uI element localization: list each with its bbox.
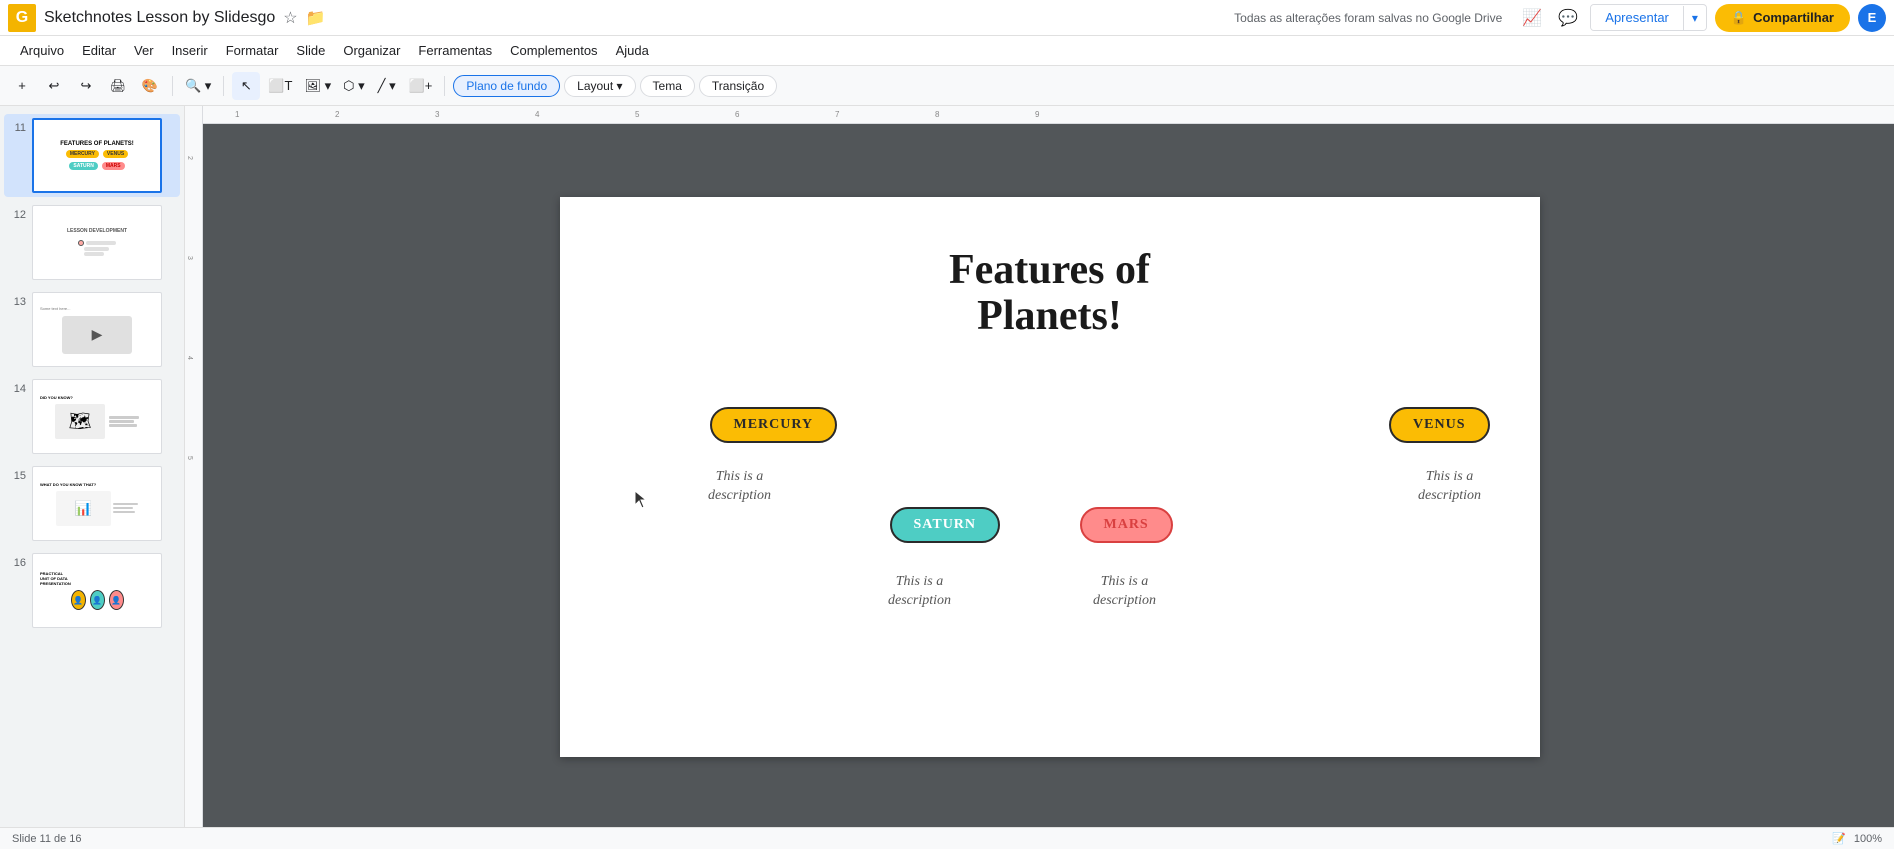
menu-organizar[interactable]: Organizar <box>335 40 408 61</box>
slide-title: Features of Planets! <box>560 247 1540 339</box>
slide-num-13: 13 <box>8 296 26 308</box>
slide-preview-13: Some text here... ▶ <box>32 292 162 367</box>
slide-num-16: 16 <box>8 557 26 569</box>
comment-button[interactable]: ⬜+ <box>405 72 437 100</box>
print-button[interactable]: 🖨 <box>104 72 132 100</box>
shape-tool[interactable]: ⬡ ▾ <box>339 72 369 100</box>
slide-num-12: 12 <box>8 209 26 221</box>
slide-preview-14: DID YOU KNOW? 🗺 <box>32 379 162 454</box>
paint-format-button[interactable]: 🎨 <box>136 72 164 100</box>
folder-icon[interactable]: 📁 <box>306 8 326 28</box>
text-box-tool[interactable]: ⬜T <box>264 72 296 100</box>
slide-thumb-15[interactable]: 15 WHAT DO YOU KNOW THAT? 📊 <box>4 462 180 545</box>
select-tool[interactable]: ↖ <box>232 72 260 100</box>
menu-formatar[interactable]: Formatar <box>218 40 287 61</box>
ruler-vertical: 2 3 4 5 <box>185 106 203 827</box>
star-icon[interactable]: ☆ <box>283 8 297 28</box>
menu-complementos[interactable]: Complementos <box>502 40 605 61</box>
main-area: 11 FEATURES OF PLANETS! MERCURY VENUS SA… <box>0 106 1894 827</box>
share-button[interactable]: 🔒 Compartilhar <box>1715 4 1850 32</box>
ruler-horizontal: 1 2 3 4 5 6 7 8 9 <box>185 106 1894 124</box>
layout-label: Layout <box>577 79 613 93</box>
top-bar: G Sketchnotes Lesson by Slidesgo ☆ 📁 Tod… <box>0 0 1894 36</box>
slide-thumb-13[interactable]: 13 Some text here... ▶ <box>4 288 180 371</box>
mars-label: Mars <box>1104 517 1149 533</box>
saturn-label: Saturn <box>914 517 977 533</box>
venus-badge[interactable]: Venus <box>1389 407 1489 443</box>
divider2 <box>223 76 224 96</box>
zoom-button[interactable]: 🔍 ▾ <box>181 72 215 100</box>
transition-button[interactable]: Transição <box>699 75 777 97</box>
mars-badge[interactable]: Mars <box>1080 507 1173 543</box>
chat-icon[interactable]: 💬 <box>1554 4 1582 32</box>
menu-inserir[interactable]: Inserir <box>164 40 216 61</box>
top-bar-right: 📈 💬 Apresentar ▾ 🔒 Compartilhar E <box>1518 4 1886 32</box>
slide-canvas[interactable]: Features of Planets! Mercury This is ade… <box>560 197 1540 757</box>
mercury-badge[interactable]: Mercury <box>710 407 838 443</box>
bottom-bar: Slide 11 de 16 📝 100% <box>0 827 1894 849</box>
share-label: Compartilhar <box>1753 10 1834 25</box>
line-tool[interactable]: ╱ ▾ <box>373 72 401 100</box>
menu-ver[interactable]: Ver <box>126 40 162 61</box>
menu-bar: Arquivo Editar Ver Inserir Formatar Slid… <box>0 36 1894 66</box>
undo-button[interactable]: ↩ <box>40 72 68 100</box>
venus-desc: This is adescription <box>1380 467 1520 506</box>
slide-num-14: 14 <box>8 383 26 395</box>
image-tool[interactable]: 🖼 ▾ <box>300 72 335 100</box>
menu-arquivo[interactable]: Arquivo <box>12 40 72 61</box>
menu-editar[interactable]: Editar <box>74 40 124 61</box>
slide-title-line2: Planets! <box>560 293 1540 339</box>
divider1 <box>172 76 173 96</box>
slide-thumb-11[interactable]: 11 FEATURES OF PLANETS! MERCURY VENUS SA… <box>4 114 180 197</box>
slide-thumb-12[interactable]: 12 LESSON DEVELOPMENT <box>4 201 180 284</box>
slide-preview-16: PRACTICALUNIT OF DATAPRESENTATION 👤 👤 👤 <box>32 553 162 628</box>
theme-button[interactable]: Tema <box>640 75 695 97</box>
mars-desc: This is adescription <box>1055 572 1195 611</box>
doc-title: Sketchnotes Lesson by Slidesgo <box>44 9 275 27</box>
present-main-button[interactable]: Apresentar <box>1591 5 1683 30</box>
speaker-notes-icon[interactable]: 📝 <box>1832 832 1846 845</box>
bg-button[interactable]: Plano de fundo <box>453 75 560 97</box>
lock-icon: 🔒 <box>1731 10 1747 26</box>
menu-ajuda[interactable]: Ajuda <box>608 40 657 61</box>
layout-button[interactable]: Layout ▾ <box>564 75 635 97</box>
canvas-area[interactable]: 1 2 3 4 5 6 7 8 9 2 3 4 5 Features of Pl… <box>185 106 1894 827</box>
slide-title-line1: Features of <box>560 247 1540 293</box>
avatar: E <box>1858 4 1886 32</box>
mercury-desc: This is adescription <box>670 467 810 506</box>
app-logo: G <box>8 4 36 32</box>
slides-panel: 11 FEATURES OF PLANETS! MERCURY VENUS SA… <box>0 106 185 827</box>
venus-label: Venus <box>1413 417 1465 433</box>
slide-thumb-16[interactable]: 16 PRACTICALUNIT OF DATAPRESENTATION 👤 👤… <box>4 549 180 632</box>
present-button-group: Apresentar ▾ <box>1590 4 1707 31</box>
zoom-level: 100% <box>1854 833 1882 845</box>
save-status: Todas as alterações foram salvas no Goog… <box>1234 11 1502 25</box>
add-button[interactable]: + <box>8 72 36 100</box>
redo-button[interactable]: ↪ <box>72 72 100 100</box>
mercury-label: Mercury <box>734 417 814 433</box>
menu-ferramentas[interactable]: Ferramentas <box>410 40 500 61</box>
slide-num-15: 15 <box>8 470 26 482</box>
menu-slide[interactable]: Slide <box>288 40 333 61</box>
slide-counter: Slide 11 de 16 <box>12 833 82 845</box>
slide-num-11: 11 <box>8 122 26 134</box>
saturn-desc: This is adescription <box>855 572 985 611</box>
slide-preview-11: FEATURES OF PLANETS! MERCURY VENUS SATUR… <box>32 118 162 193</box>
slide-preview-15: WHAT DO YOU KNOW THAT? 📊 <box>32 466 162 541</box>
present-dropdown-button[interactable]: ▾ <box>1683 6 1706 30</box>
saturn-badge[interactable]: Saturn <box>890 507 1001 543</box>
slide-preview-12: LESSON DEVELOPMENT <box>32 205 162 280</box>
toolbar: + ↩ ↪ 🖨 🎨 🔍 ▾ ↖ ⬜T 🖼 ▾ ⬡ ▾ ╱ ▾ ⬜+ Plano … <box>0 66 1894 106</box>
divider3 <box>444 76 445 96</box>
slide-thumb-14[interactable]: 14 DID YOU KNOW? 🗺 <box>4 375 180 458</box>
activity-icon[interactable]: 📈 <box>1518 4 1546 32</box>
